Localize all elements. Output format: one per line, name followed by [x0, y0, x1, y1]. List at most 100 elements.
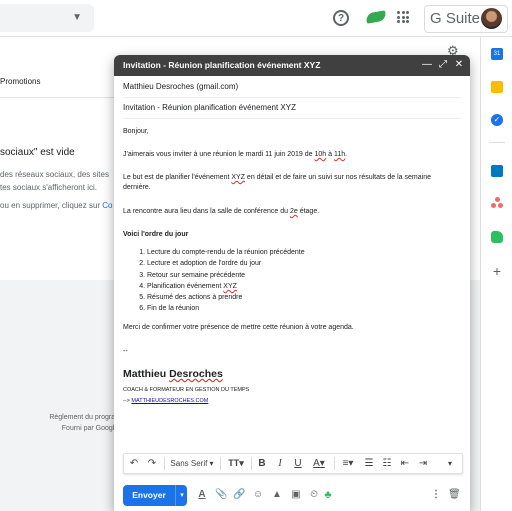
list-item: Lecture et adoption de l'ordre du jour	[147, 258, 447, 269]
indent-more-icon[interactable]: ⇥	[417, 456, 429, 471]
divider	[489, 142, 505, 143]
minimize-icon[interactable]: —	[421, 58, 433, 72]
tasks-icon[interactable]: ✓	[491, 114, 503, 126]
agenda-title: Voici l'ordre du jour	[123, 231, 189, 238]
text: Le but est de planifier l'événement	[123, 174, 232, 181]
bulleted-list-icon[interactable]: ☷	[381, 456, 393, 471]
list-item: Retour sur semaine précédente	[147, 270, 447, 281]
more-formatting-icon[interactable]: ▾	[444, 456, 456, 471]
spellcheck-word[interactable]: XYZ	[223, 283, 237, 290]
side-panel: 31 ✓ +	[480, 37, 512, 511]
font-select[interactable]: Sans Serif ▾	[169, 456, 215, 471]
agenda-list: Lecture du compte-rendu de la réunion pr…	[137, 247, 447, 315]
confidential-mode-icon[interactable]: ⏲	[308, 488, 320, 502]
evernote-icon[interactable]: ♣	[322, 488, 334, 502]
search-bar[interactable]: ▼	[0, 4, 94, 32]
expand-icon[interactable]: ⤢	[437, 58, 449, 72]
text: J'aimerais vous inviter à une réunion le…	[123, 151, 315, 158]
bold-icon[interactable]: B	[256, 456, 268, 471]
top-bar: ▼ ? G Suite	[0, 0, 512, 37]
keep-icon[interactable]	[491, 81, 503, 93]
list-item: Fin de la réunion	[147, 303, 447, 314]
numbered-list-icon[interactable]: ☰	[363, 456, 375, 471]
text: La rencontre aura lieu dans la salle de …	[123, 208, 290, 215]
empty-state-description: des réseaux sociaux, des sites tes socia…	[0, 168, 109, 194]
delete-link[interactable]: Co	[102, 201, 112, 210]
account-button[interactable]: G Suite	[424, 5, 508, 33]
text: .	[345, 151, 348, 158]
font-size-icon[interactable]: TT▾	[225, 456, 247, 471]
signature-separator: --	[123, 348, 128, 355]
asana-icon[interactable]	[491, 197, 503, 209]
closing: Merci de confirmer votre présence de met…	[123, 324, 354, 331]
spellcheck-word[interactable]: 10h	[314, 151, 326, 158]
delete-text: ou en supprimer, cliquez sur	[0, 201, 103, 210]
text-color-icon[interactable]: A▾	[310, 456, 328, 471]
tab-promotions[interactable]: Promotions	[0, 77, 40, 86]
spellcheck-word[interactable]: 11h	[334, 151, 345, 158]
spellcheck-word[interactable]: 2e	[290, 208, 298, 215]
recipient-chip[interactable]: Matthieu Desroches (gmail.com)	[123, 82, 238, 91]
emoji-icon[interactable]: ☺	[252, 488, 264, 502]
text: à	[326, 151, 334, 158]
insert-link-icon[interactable]: 🔗	[233, 488, 245, 502]
signature-role: COACH & FORMATEUR EN GESTION DU TEMPS	[123, 387, 250, 393]
discard-draft-icon[interactable]: 🗑	[448, 488, 461, 502]
search-options-icon[interactable]: ▼	[72, 12, 82, 23]
divider	[251, 457, 252, 470]
send-button[interactable]: Envoyer ▾	[123, 485, 187, 506]
indent-less-icon[interactable]: ⇤	[399, 456, 411, 471]
align-icon[interactable]: ≡▾	[339, 456, 357, 471]
formatting-options-icon[interactable]: A	[196, 488, 208, 502]
addon-icon[interactable]	[365, 10, 387, 24]
list-item: Planification événement XYZ	[147, 281, 447, 292]
attach-icon[interactable]: 📎	[215, 488, 227, 502]
undo-icon[interactable]: ↶	[128, 456, 140, 471]
calendar-icon[interactable]: 31	[491, 48, 503, 60]
empty-state-line: tes sociaux s'afficheront ici.	[0, 183, 97, 192]
underline-icon[interactable]: U	[292, 456, 304, 471]
text: étage.	[297, 208, 320, 215]
font-label: Sans Serif	[170, 459, 208, 468]
formatting-toolbar: ↶ ↷ Sans Serif ▾ TT▾ B I U A▾ ≡▾ ☰ ☷ ⇤ ⇥…	[123, 453, 463, 474]
gsuite-logo: G Suite	[430, 10, 481, 27]
send-label: Envoyer	[132, 490, 166, 500]
redo-icon[interactable]: ↷	[146, 456, 158, 471]
drive-icon[interactable]: ▲	[271, 488, 283, 502]
list-item: Lecture du compte-rendu de la réunion pr…	[147, 247, 447, 258]
text: Matthieu	[123, 368, 170, 380]
delete-instructions: ou en supprimer, cliquez sur Co	[0, 201, 113, 210]
list-item: Résumé des actions à prendre	[147, 292, 447, 303]
more-options-icon[interactable]: ⋮	[431, 488, 441, 502]
divider	[164, 457, 165, 470]
italic-icon[interactable]: I	[274, 456, 286, 471]
send-options-icon[interactable]: ▾	[175, 485, 188, 506]
paragraph: La rencontre aura lieu dans la salle de …	[123, 207, 453, 217]
spellcheck-word[interactable]: Desroches	[169, 368, 223, 380]
recipients-field[interactable]: Matthieu Desroches (gmail.com)	[123, 77, 461, 98]
compose-header[interactable]: Invitation - Réunion planification événe…	[114, 55, 470, 76]
paragraph: Le but est de planifier l'événement XYZ …	[123, 173, 453, 193]
apps-icon[interactable]	[397, 11, 409, 23]
greeting: Bonjour,	[123, 128, 149, 135]
avatar[interactable]	[481, 8, 502, 29]
signature-link: --> MATTHIEUDESROCHES.COM	[123, 396, 208, 406]
paragraph: J'aimerais vous inviter à une réunion le…	[123, 150, 453, 160]
empty-state-line: des réseaux sociaux, des sites	[0, 170, 109, 179]
spellcheck-word[interactable]: XYZ	[231, 174, 245, 181]
divider	[334, 457, 335, 470]
insert-photo-icon[interactable]: ▣	[290, 488, 302, 502]
help-icon[interactable]: ?	[333, 10, 349, 26]
compose-window: Invitation - Réunion planification événe…	[114, 55, 470, 511]
evernote-icon[interactable]	[491, 231, 503, 243]
trello-icon[interactable]	[491, 165, 503, 177]
add-addon-icon[interactable]: +	[491, 264, 503, 278]
compose-title: Invitation - Réunion planification événe…	[123, 60, 321, 70]
signature-url[interactable]: MATTHIEUDESROCHES.COM	[131, 398, 208, 404]
subject-field[interactable]: Invitation - Réunion planification événe…	[123, 98, 461, 119]
close-icon[interactable]: ✕	[453, 58, 465, 72]
signature-name: Matthieu Desroches	[123, 368, 223, 380]
empty-state-title: sociaux" est vide	[0, 147, 75, 158]
divider	[0, 97, 115, 98]
divider	[220, 457, 221, 470]
